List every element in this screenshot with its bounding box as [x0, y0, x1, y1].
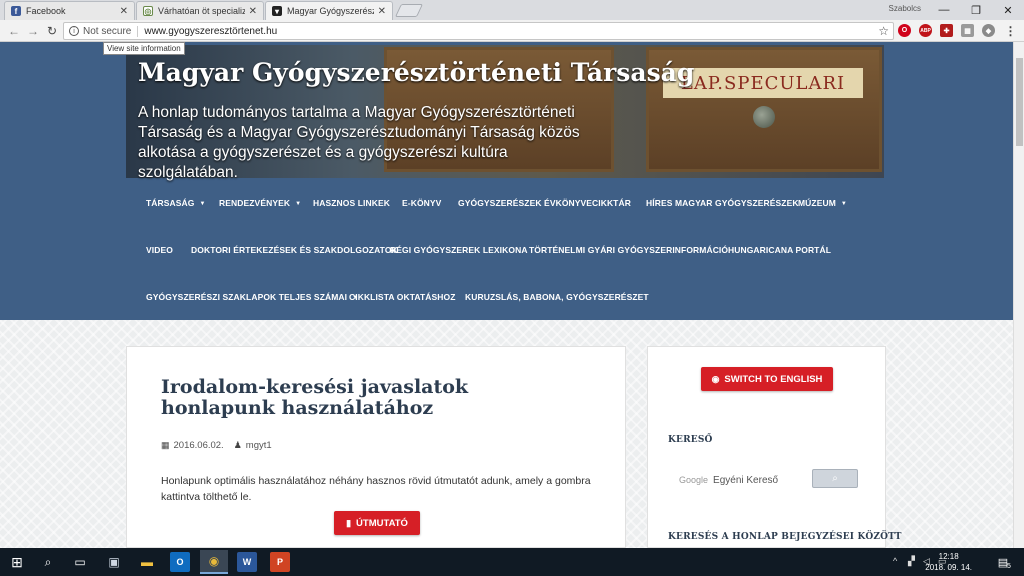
nav-item-cikklista[interactable]: CIKKLISTA OKTATÁSHOZ	[349, 292, 456, 302]
maximize-icon[interactable]: ❐	[960, 0, 992, 20]
tab-title: Magyar Gyógyszerésztört	[287, 6, 374, 16]
close-icon[interactable]: ✕	[120, 6, 128, 17]
outlook-icon[interactable]: O	[170, 552, 190, 572]
sidebar: ◉ SWITCH TO ENGLISH KERESŐ Google Egyéni…	[647, 346, 901, 548]
caret-down-icon: ▼	[295, 200, 302, 207]
post-excerpt: Honlapunk optimális használatához néhány…	[161, 475, 591, 503]
nav-item-gyari-informacio[interactable]: TÖRTÉNELMI GYÁRI GYÓGYSZERINFORMÁCIÓ	[529, 245, 728, 255]
store-icon[interactable]: ▣	[104, 552, 124, 572]
system-clock[interactable]: 12:18 2018. 09. 14.	[925, 551, 972, 573]
address-bar[interactable]: i Not secure www.gyogyszeresztörtenet.hu…	[63, 22, 894, 40]
post-author[interactable]: mgyt1	[246, 440, 272, 451]
drawer-knob	[753, 106, 775, 128]
file-explorer-icon[interactable]: ▬	[137, 552, 157, 572]
button-label: ÚTMUTATÓ	[356, 517, 408, 529]
menu-icon[interactable]: ⋮	[1004, 24, 1017, 38]
opera-icon[interactable]: O	[898, 24, 911, 37]
clock-time: 12:18	[938, 552, 959, 561]
new-tab-button[interactable]	[394, 4, 424, 17]
close-window-icon[interactable]: ✕	[992, 0, 1024, 20]
windows-start-icon[interactable]: ⊞	[7, 552, 27, 572]
tab-strip: f Facebook ✕ ◎ Várhatóan öt specializáci…	[0, 0, 1024, 20]
notification-count: 5	[1007, 563, 1011, 570]
info-icon[interactable]: i	[69, 26, 79, 36]
switch-to-english-button[interactable]: ◉ SWITCH TO ENGLISH	[701, 367, 833, 391]
adblock-icon[interactable]: ABP	[919, 24, 932, 37]
utmutato-button[interactable]: ▮ ÚTMUTATÓ	[334, 511, 420, 535]
calendar-icon: ▦	[161, 440, 170, 450]
site-description: A honlap tudományos tartalma a Magyar Gy…	[138, 104, 580, 181]
caret-down-icon: ▼	[840, 200, 847, 207]
site-title[interactable]: Magyar Gyógyszerésztörténeti Társaság	[138, 58, 694, 87]
network-icon[interactable]: ▞	[908, 556, 915, 567]
nav-item-szaklapok[interactable]: GYÓGYSZERÉSZI SZAKLAPOK TELJES SZÁMAI ▼	[146, 292, 358, 302]
extension-icon[interactable]: ▦	[961, 24, 974, 37]
search-placeholder: Egyéni Kereső	[713, 474, 779, 486]
nav-item-hungaricana[interactable]: HUNGARICANA PORTÁL	[728, 245, 831, 255]
nav-item-muzeum[interactable]: MÚZEUM ▼	[798, 198, 847, 208]
nav-item-hasznos-linkek[interactable]: HASZNOS LINKEK	[313, 198, 390, 208]
button-label: SWITCH TO ENGLISH	[724, 373, 823, 385]
profile-name[interactable]: Szabolcs	[889, 4, 921, 13]
nav-item-kuruzslas[interactable]: KURUZSLÁS, BABONA, GYÓGYSZERÉSZET	[465, 292, 649, 302]
browser-toolbar: ← → ↻ i Not secure www.gyogyszeresztörte…	[0, 20, 1024, 42]
search-button[interactable]: ⌕	[812, 469, 858, 488]
shield-icon[interactable]: ◆	[982, 24, 995, 37]
post-card: Irodalom-keresési javaslatok honlapunk h…	[126, 346, 626, 548]
search-input[interactable]: Google Egyéni Kereső	[679, 473, 809, 487]
nav-item-hires-gyogyszereszek[interactable]: HÍRES MAGYAR GYÓGYSZERÉSZEK	[646, 198, 799, 208]
post-meta: ▦ 2016.06.02. ♟ mgyt1	[161, 440, 272, 451]
minimize-icon[interactable]: —	[928, 0, 960, 20]
scrollbar[interactable]	[1013, 42, 1024, 548]
tab-facebook[interactable]: f Facebook ✕	[4, 1, 135, 20]
tab-title: Facebook	[26, 6, 66, 16]
url-text[interactable]: www.gyogyszeresztörtenet.hu	[144, 26, 277, 37]
nav-item-rendezvenyek[interactable]: RENDEZVÉNYEK ▼	[219, 198, 301, 208]
search-icon: ⌕	[832, 473, 838, 484]
tooltip: View site information	[103, 42, 185, 55]
chevron-up-icon[interactable]: ^	[893, 556, 897, 566]
taskbar: ⊞ ⌕ ▭ ▣ ▬ O ◉ W P ^ ▞ ◁ ▭ 12:18 2018. 09…	[0, 548, 1024, 576]
facebook-icon: f	[11, 6, 21, 16]
bookmark-star-icon[interactable]: ☆	[878, 24, 889, 38]
site-icon: ▾	[272, 6, 282, 16]
close-icon[interactable]: ✕	[378, 6, 386, 17]
globe-icon: ◉	[711, 373, 720, 384]
back-icon[interactable]: ←	[6, 23, 22, 39]
caret-down-icon: ▼	[199, 200, 206, 207]
user-icon: ♟	[233, 440, 242, 450]
nav-item-video[interactable]: VIDEO	[146, 245, 173, 255]
site-icon: ◎	[143, 6, 153, 16]
nav-item-doktori[interactable]: DOKTORI ÉRTEKEZÉSEK ÉS SZAKDOLGOZATOK	[191, 245, 398, 255]
extension-icon[interactable]: ✚	[940, 24, 953, 37]
nav-item-evkonyve[interactable]: GYÓGYSZERÉSZEK ÉVKÖNYVE	[458, 198, 592, 208]
security-label[interactable]: Not secure	[83, 25, 139, 37]
post-date[interactable]: 2016.06.02.	[174, 440, 224, 451]
word-icon[interactable]: W	[237, 552, 257, 572]
widget-title-kereso: KERESŐ	[668, 435, 713, 445]
reload-icon[interactable]: ↻	[44, 23, 60, 39]
powerpoint-icon[interactable]: P	[270, 552, 290, 572]
widget-title-bejegyzesek: KERESÉS A HONLAP BEJEGYZÉSEI KÖZÖTT	[668, 532, 902, 542]
post-title[interactable]: Irodalom-keresési javaslatok honlapunk h…	[161, 377, 581, 419]
tab-title: Várhatóan öt specializáció	[158, 6, 245, 16]
google-brand: Google	[679, 475, 709, 485]
search-icon[interactable]: ⌕	[38, 552, 58, 572]
clock-date: 2018. 09. 14.	[925, 563, 972, 572]
task-view-icon[interactable]: ▭	[70, 552, 90, 572]
file-icon: ▮	[346, 517, 352, 528]
chrome-icon[interactable]: ◉	[200, 550, 228, 574]
nav-item-cikktar[interactable]: CIKKTÁR	[592, 198, 631, 208]
scrollbar-thumb[interactable]	[1016, 58, 1023, 146]
nav-item-e-konyv[interactable]: E-KÖNYV	[402, 198, 441, 208]
nav-item-tarsasag[interactable]: TÁRSASÁG ▼	[146, 198, 206, 208]
forward-icon[interactable]: →	[25, 23, 41, 39]
close-icon[interactable]: ✕	[249, 6, 257, 17]
tab-specializacio[interactable]: ◎ Várhatóan öt specializáció ✕	[136, 1, 264, 20]
nav-item-lexikona[interactable]: RÉGI GYÓGYSZEREK LEXIKONA	[390, 245, 528, 255]
tab-mgyt[interactable]: ▾ Magyar Gyógyszerésztört ✕	[265, 1, 393, 20]
